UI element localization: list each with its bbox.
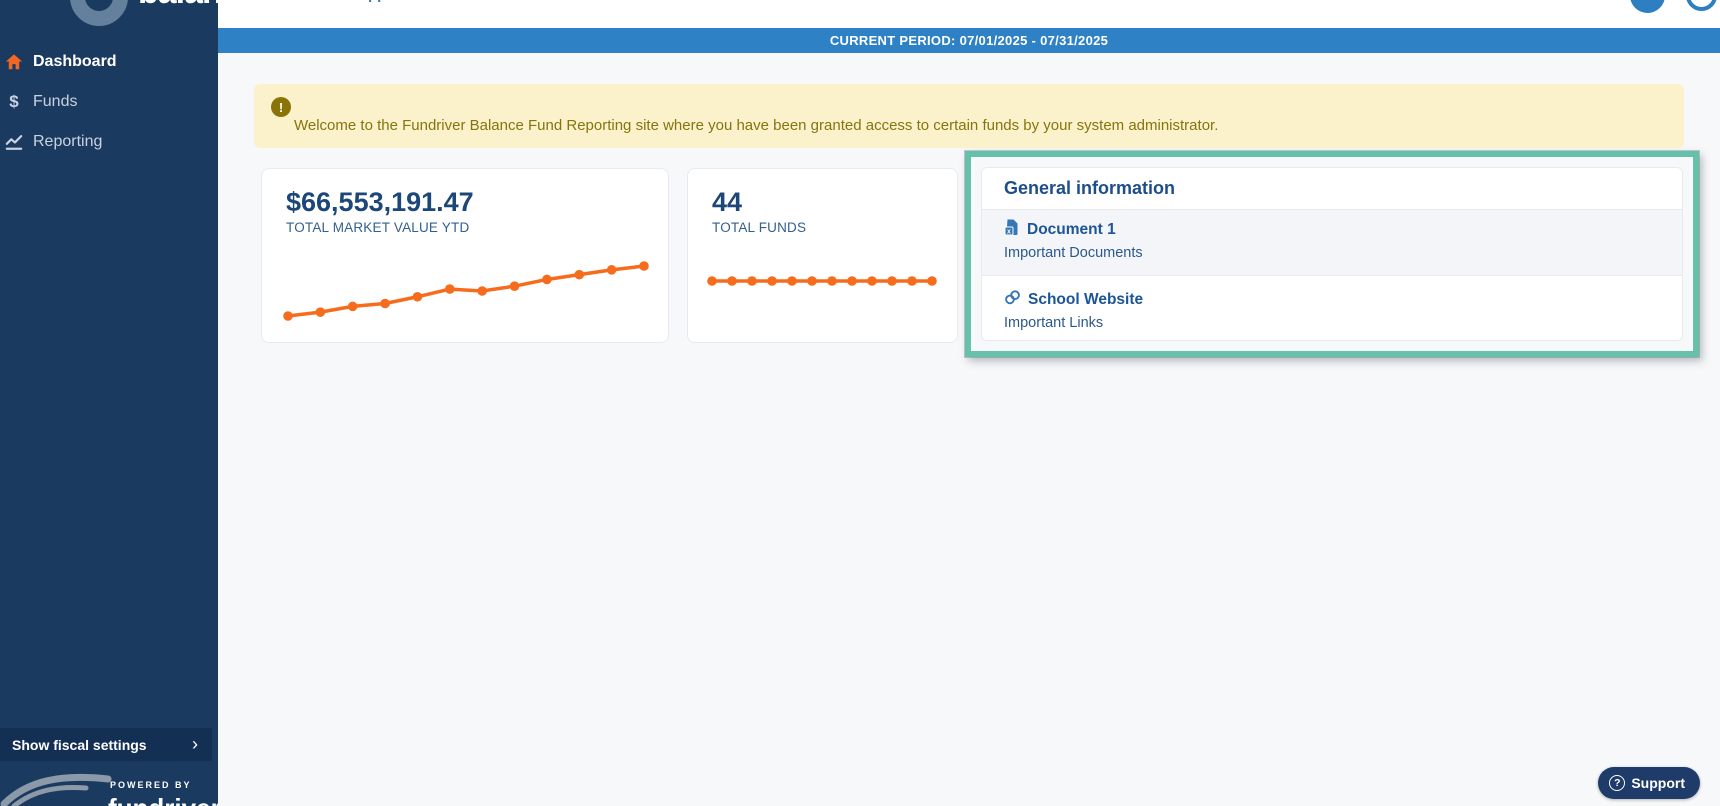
support-button[interactable]: ? Support — [1598, 767, 1700, 799]
fiscal-settings-label: Show fiscal settings — [12, 736, 147, 753]
top-header: pp — [218, 0, 1720, 28]
chart-line-icon — [5, 133, 23, 151]
market-value-sparkline — [282, 260, 650, 322]
school-website-link[interactable]: School Website — [1004, 289, 1660, 311]
list-item-website: School Website Important Links — [982, 276, 1682, 340]
general-info-highlight: General information x Document 1 Importa — [965, 151, 1699, 357]
school-website-subtitle: Important Links — [1004, 315, 1104, 331]
sidebar: balance Dashboard $ Funds Reporting Show… — [0, 0, 218, 806]
welcome-banner-text: Welcome to the Fundriver Balance Fund Re… — [294, 117, 1219, 134]
market-value-card: $66,553,191.47 TOTAL MARKET VALUE YTD — [261, 168, 669, 343]
support-label: Support — [1631, 775, 1685, 791]
sidebar-item-funds[interactable]: $ Funds — [0, 82, 218, 122]
sidebar-item-label: Reporting — [33, 133, 103, 150]
document-1-subtitle: Important Documents — [1004, 245, 1143, 261]
excel-file-icon: x — [1004, 219, 1020, 241]
total-funds-count: 44 — [712, 187, 743, 217]
school-website-label: School Website — [1028, 291, 1144, 308]
powered-by: POWERED BY fundriver — [108, 780, 218, 806]
document-1-link[interactable]: x Document 1 — [1004, 219, 1660, 241]
main-content: ! Welcome to the Fundriver Balance Fund … — [218, 53, 1720, 806]
powered-by-brand: fundriver — [108, 793, 218, 806]
powered-by-label: POWERED BY — [110, 780, 192, 790]
document-1-label: Document 1 — [1027, 221, 1116, 238]
show-fiscal-settings-button[interactable]: Show fiscal settings › — [0, 728, 212, 761]
avatar-icon[interactable] — [1630, 0, 1665, 13]
sidebar-item-label: Dashboard — [33, 53, 117, 70]
sidebar-item-label: Funds — [33, 93, 78, 110]
link-icon — [1004, 289, 1021, 311]
chevron-right-icon: › — [192, 734, 198, 754]
total-funds-sparkline — [706, 271, 938, 291]
help-circle-icon[interactable] — [1686, 0, 1717, 11]
home-icon — [5, 53, 23, 71]
total-funds-card: 44 TOTAL FUNDS — [687, 168, 958, 343]
general-info-title: General information — [982, 168, 1682, 210]
total-funds-label: TOTAL FUNDS — [712, 220, 807, 235]
market-value-amount: $66,553,191.47 — [286, 187, 474, 217]
list-item-document: x Document 1 Important Documents — [982, 210, 1682, 276]
sidebar-item-dashboard[interactable]: Dashboard — [0, 42, 218, 82]
current-period-bar: CURRENT PERIOD: 07/01/2025 - 07/31/2025 — [218, 28, 1720, 53]
general-info-card: General information x Document 1 Importa — [981, 167, 1683, 341]
welcome-banner: ! Welcome to the Fundriver Balance Fund … — [254, 84, 1684, 148]
alert-icon: ! — [271, 97, 291, 117]
market-value-label: TOTAL MARKET VALUE YTD — [286, 220, 470, 235]
question-icon: ? — [1609, 775, 1626, 791]
logo-ring-icon — [70, 0, 128, 26]
logo-text: balance — [138, 0, 218, 11]
header-nav-link-fragment[interactable]: pp — [368, 0, 386, 3]
sidebar-item-reporting[interactable]: Reporting — [0, 122, 218, 162]
powered-by-swoosh-icon — [0, 773, 112, 806]
dollar-icon: $ — [9, 92, 19, 111]
sidebar-nav: Dashboard $ Funds Reporting — [0, 42, 218, 162]
app-window: balance Dashboard $ Funds Reporting Show… — [0, 0, 1720, 806]
current-period-label: CURRENT PERIOD: 07/01/2025 - 07/31/2025 — [829, 33, 1109, 48]
svg-text:x: x — [1007, 229, 1011, 236]
